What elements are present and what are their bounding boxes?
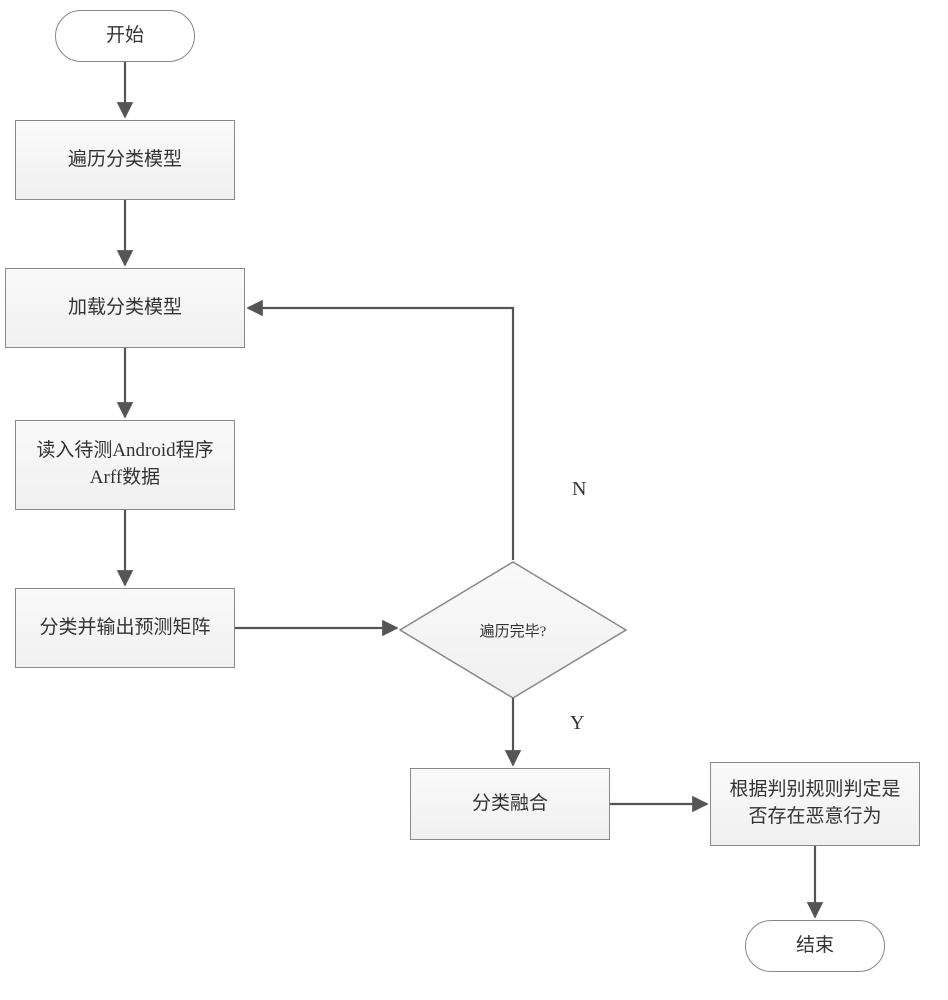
traversal-done-decision: 遍历完毕? — [398, 560, 628, 700]
load-model-process: 加载分类模型 — [5, 268, 245, 348]
judge-label: 根据判别规则判定是 否存在恶意行为 — [729, 777, 900, 830]
fuse-process: 分类融合 — [410, 768, 610, 840]
end-label: 结束 — [796, 933, 834, 960]
predict-label: 分类并输出预测矩阵 — [39, 615, 210, 642]
start-label: 开始 — [106, 23, 144, 50]
traverse-models-label: 遍历分类模型 — [68, 147, 182, 174]
read-arff-process: 读入待测Android程序 Arff数据 — [15, 420, 235, 510]
judge-process: 根据判别规则判定是 否存在恶意行为 — [710, 762, 920, 846]
edge-label-no: N — [572, 478, 586, 501]
edge-label-yes: Y — [570, 712, 584, 735]
traverse-models-process: 遍历分类模型 — [15, 120, 235, 200]
load-model-label: 加载分类模型 — [68, 295, 182, 322]
read-arff-label: 读入待测Android程序 Arff数据 — [36, 438, 213, 491]
decision-label: 遍历完毕? — [480, 620, 547, 641]
start-terminator: 开始 — [55, 10, 195, 62]
fuse-label: 分类融合 — [472, 791, 548, 818]
end-terminator: 结束 — [745, 920, 885, 972]
predict-process: 分类并输出预测矩阵 — [15, 588, 235, 668]
